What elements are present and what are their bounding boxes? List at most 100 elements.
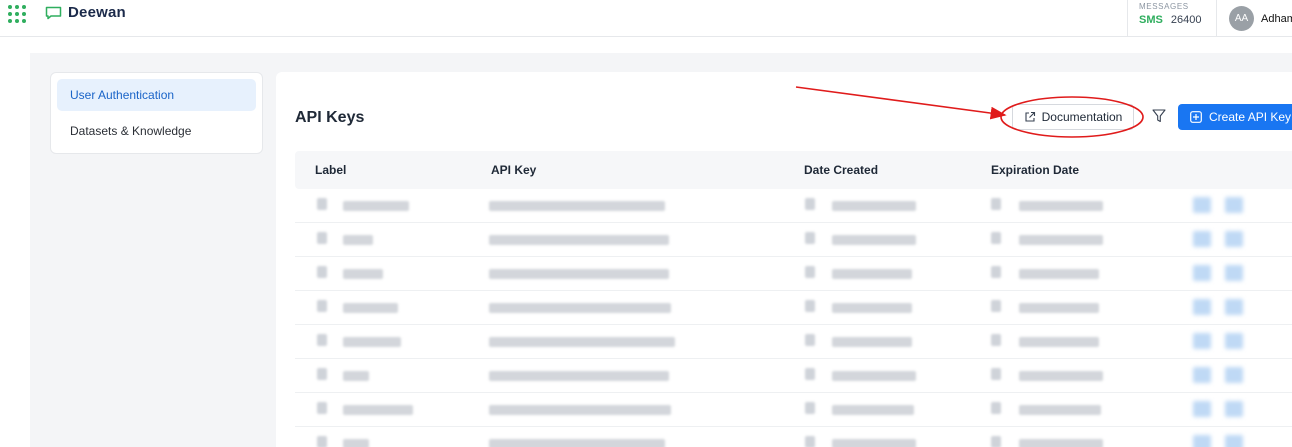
- redacted-date-created: [832, 303, 912, 313]
- delete-icon[interactable]: [1225, 367, 1243, 383]
- column-api-key[interactable]: API Key: [491, 163, 536, 177]
- redacted-label: [343, 371, 369, 381]
- settings-sidebar: User Authentication Datasets & Knowledge: [50, 72, 263, 154]
- table-row[interactable]: [295, 291, 1292, 325]
- copy-icon[interactable]: [1193, 231, 1211, 247]
- copy-icon[interactable]: [1193, 367, 1211, 383]
- user-name: Adham: [1261, 12, 1292, 25]
- redacted-date-created: [832, 439, 916, 447]
- redacted-expiration-date: [1019, 235, 1103, 245]
- api-keys-table: Label API Key Date Created Expiration Da…: [295, 151, 1292, 447]
- calendar-icon: [805, 266, 815, 278]
- apps-grid-icon[interactable]: [8, 5, 26, 23]
- sidebar-item-datasets-knowledge[interactable]: Datasets & Knowledge: [57, 115, 256, 147]
- table-row[interactable]: [295, 325, 1292, 359]
- edit-icon: [317, 436, 327, 447]
- calendar-icon: [805, 436, 815, 447]
- calendar-icon: [991, 436, 1001, 447]
- delete-icon[interactable]: [1225, 435, 1243, 447]
- top-bar: Deewan MESSAGES SMS 26400 AA Adham: [0, 0, 1292, 37]
- edit-icon: [317, 334, 327, 346]
- calendar-icon: [991, 368, 1001, 380]
- documentation-label: Documentation: [1041, 110, 1123, 124]
- column-date-created[interactable]: Date Created: [804, 163, 878, 177]
- external-link-icon: [1025, 111, 1035, 122]
- redacted-label: [343, 201, 409, 211]
- plus-square-icon: [1190, 111, 1202, 123]
- calendar-icon: [805, 232, 815, 244]
- copy-icon[interactable]: [1193, 265, 1211, 281]
- redacted-expiration-date: [1019, 269, 1099, 279]
- table-header: Label API Key Date Created Expiration Da…: [295, 151, 1292, 189]
- redacted-date-created: [832, 337, 912, 347]
- calendar-icon: [805, 300, 815, 312]
- delete-icon[interactable]: [1225, 265, 1243, 281]
- redacted-api-key: [489, 405, 671, 415]
- redacted-expiration-date: [1019, 337, 1099, 347]
- calendar-icon: [805, 368, 815, 380]
- table-row[interactable]: [295, 223, 1292, 257]
- redacted-expiration-date: [1019, 439, 1103, 447]
- chat-bubble-icon: [45, 6, 62, 19]
- api-keys-panel: API Keys Documentation Create API Key La…: [276, 72, 1292, 447]
- delete-icon[interactable]: [1225, 401, 1243, 417]
- table-row[interactable]: [295, 257, 1292, 291]
- delete-icon[interactable]: [1225, 231, 1243, 247]
- redacted-date-created: [832, 235, 916, 245]
- table-row[interactable]: [295, 359, 1292, 393]
- calendar-icon: [805, 334, 815, 346]
- redacted-date-created: [832, 269, 912, 279]
- delete-icon[interactable]: [1225, 299, 1243, 315]
- calendar-icon: [991, 266, 1001, 278]
- sms-label: SMS: [1139, 14, 1163, 26]
- copy-icon[interactable]: [1193, 299, 1211, 315]
- copy-icon[interactable]: [1193, 401, 1211, 417]
- messages-label: MESSAGES: [1139, 2, 1189, 11]
- avatar[interactable]: AA: [1229, 6, 1254, 31]
- messages-balance: MESSAGES SMS 26400: [1127, 0, 1217, 37]
- redacted-label: [343, 337, 401, 347]
- user-menu[interactable]: AA Adham: [1216, 0, 1292, 37]
- redacted-api-key: [489, 439, 665, 447]
- brand-logo[interactable]: Deewan: [45, 4, 126, 21]
- redacted-expiration-date: [1019, 371, 1103, 381]
- table-row[interactable]: [295, 427, 1292, 447]
- redacted-date-created: [832, 371, 916, 381]
- redacted-date-created: [832, 201, 916, 211]
- edit-icon: [317, 266, 327, 278]
- filter-icon[interactable]: [1152, 108, 1166, 124]
- calendar-icon: [991, 334, 1001, 346]
- redacted-api-key: [489, 235, 669, 245]
- table-body: [295, 189, 1292, 447]
- delete-icon[interactable]: [1225, 197, 1243, 213]
- sms-count: 26400: [1170, 14, 1202, 26]
- copy-icon[interactable]: [1193, 197, 1211, 213]
- delete-icon[interactable]: [1225, 333, 1243, 349]
- copy-icon[interactable]: [1193, 435, 1211, 447]
- edit-icon: [317, 402, 327, 414]
- redacted-label: [343, 439, 369, 447]
- table-row[interactable]: [295, 189, 1292, 223]
- redacted-expiration-date: [1019, 201, 1103, 211]
- page-title: API Keys: [295, 109, 365, 126]
- brand-name: Deewan: [68, 4, 126, 21]
- redacted-api-key: [489, 303, 671, 313]
- calendar-icon: [991, 402, 1001, 414]
- sidebar-item-user-authentication[interactable]: User Authentication: [57, 79, 256, 111]
- calendar-icon: [805, 198, 815, 210]
- redacted-api-key: [489, 371, 669, 381]
- redacted-label: [343, 269, 383, 279]
- edit-icon: [317, 368, 327, 380]
- documentation-button[interactable]: Documentation: [1012, 104, 1134, 130]
- redacted-label: [343, 303, 398, 313]
- column-label[interactable]: Label: [315, 163, 346, 177]
- create-api-key-button[interactable]: Create API Key: [1178, 104, 1292, 130]
- redacted-expiration-date: [1019, 405, 1101, 415]
- redacted-date-created: [832, 405, 914, 415]
- edit-icon: [317, 300, 327, 312]
- edit-icon: [317, 198, 327, 210]
- calendar-icon: [991, 232, 1001, 244]
- copy-icon[interactable]: [1193, 333, 1211, 349]
- column-expiration-date[interactable]: Expiration Date: [991, 163, 1079, 177]
- table-row[interactable]: [295, 393, 1292, 427]
